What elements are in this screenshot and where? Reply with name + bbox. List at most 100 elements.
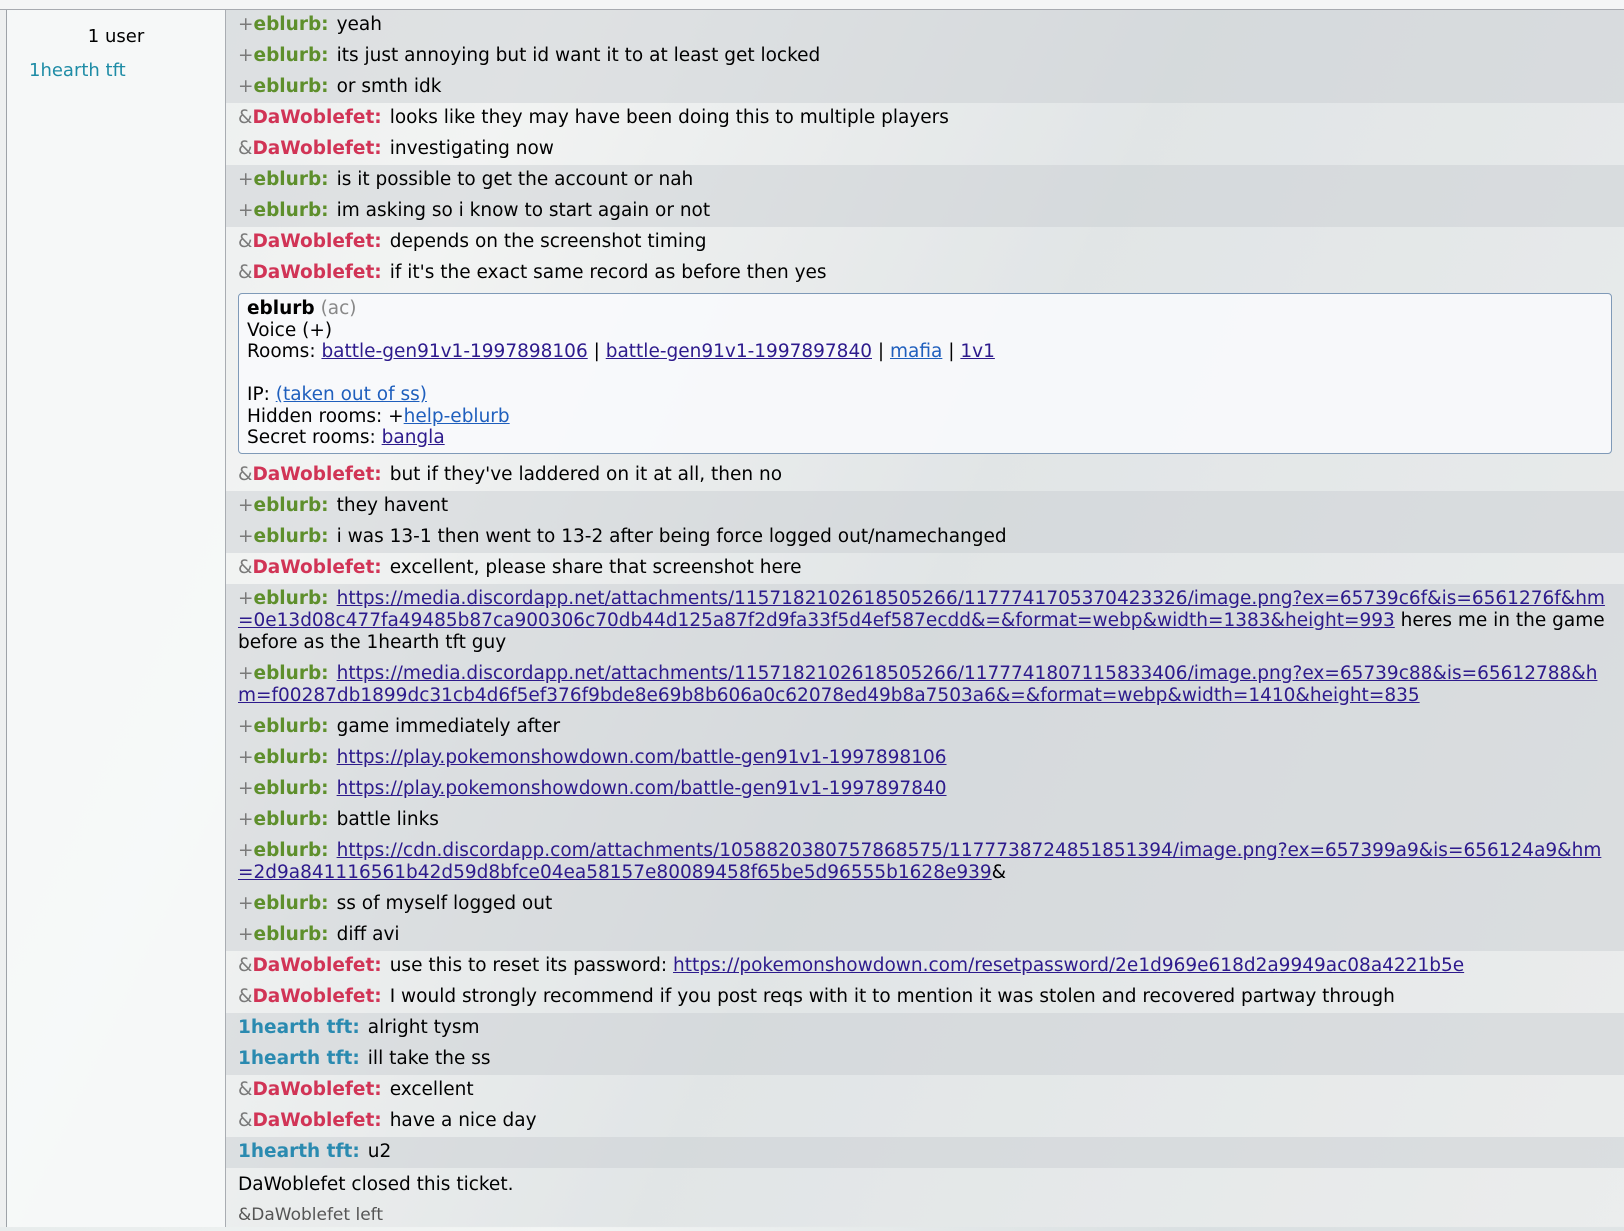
- message-username[interactable]: eblurb:: [254, 747, 329, 768]
- message-text: use this to reset its password:: [389, 954, 674, 976]
- message-link[interactable]: https://play.pokemonshowdown.com/battle-…: [337, 778, 947, 799]
- user-list: 1 user 1hearth tft: [7, 10, 226, 1227]
- user-group-symbol: +: [238, 14, 254, 35]
- message-username[interactable]: DaWoblefet:: [252, 138, 381, 159]
- message-username[interactable]: DaWoblefet:: [252, 955, 381, 976]
- message-username[interactable]: eblurb:: [254, 840, 329, 861]
- message-username[interactable]: eblurb:: [254, 200, 329, 221]
- message-username[interactable]: DaWoblefet:: [252, 986, 381, 1007]
- message-username[interactable]: eblurb:: [254, 716, 329, 737]
- message-link[interactable]: https://play.pokemonshowdown.com/battle-…: [337, 747, 947, 768]
- user-list-item[interactable]: 1hearth tft: [29, 60, 126, 81]
- message-text: or smth idk: [336, 76, 442, 97]
- message-username[interactable]: eblurb:: [254, 893, 329, 914]
- user-group-symbol: &: [238, 138, 253, 159]
- message-username[interactable]: 1hearth tft:: [238, 1017, 360, 1038]
- message-username[interactable]: 1hearth tft:: [238, 1141, 360, 1162]
- message-link[interactable]: https://pokemonshowdown.com/resetpasswor…: [673, 955, 1464, 976]
- message-text: game immediately after: [336, 715, 561, 737]
- user-group-symbol: +: [238, 892, 254, 914]
- chat-message: +eblurb: https://media.discordapp.net/att…: [226, 583, 1624, 659]
- message-text: but if they've laddered on it at all, th…: [389, 463, 783, 485]
- chat-message: 1hearth tft: u2: [226, 1136, 1624, 1168]
- chat-message: +eblurb: diff avi: [226, 919, 1624, 951]
- message-text: ss of myself logged out: [336, 892, 553, 914]
- chat-message: +eblurb: ss of myself logged out: [226, 888, 1624, 920]
- message-username[interactable]: DaWoblefet:: [252, 231, 381, 252]
- info-username[interactable]: eblurb: [247, 298, 315, 319]
- message-username[interactable]: eblurb:: [254, 924, 329, 945]
- chat-message: &DaWoblefet: have a nice day: [226, 1106, 1624, 1137]
- message-text: they havent: [336, 494, 449, 516]
- message-username[interactable]: eblurb:: [254, 663, 329, 684]
- room-separator: |: [872, 341, 890, 362]
- message-link[interactable]: https://media.discordapp.net/attachments…: [238, 663, 1597, 706]
- chat-message: &DaWoblefet: looks like they may have bee…: [226, 103, 1624, 134]
- message-username[interactable]: eblurb:: [254, 169, 329, 190]
- message-text: diff avi: [336, 923, 400, 945]
- info-status: (ac): [320, 298, 357, 319]
- message-username[interactable]: DaWoblefet:: [252, 464, 381, 485]
- user-group-symbol: &: [238, 463, 253, 485]
- message-text: excellent: [389, 1078, 474, 1100]
- top-bar: [0, 0, 1624, 10]
- message-username[interactable]: eblurb:: [254, 809, 329, 830]
- chat-message: 1hearth tft: ill take the ss: [226, 1043, 1624, 1075]
- message-username[interactable]: eblurb:: [254, 778, 329, 799]
- message-username[interactable]: eblurb:: [254, 14, 329, 35]
- user-group-symbol: +: [238, 494, 254, 516]
- chat-message: +eblurb: https://play.pokemonshowdown.com…: [226, 742, 1624, 774]
- chat-message: &DaWoblefet: excellent: [226, 1075, 1624, 1106]
- message-link[interactable]: https://cdn.discordapp.com/attachments/1…: [238, 840, 1601, 883]
- message-text: battle links: [336, 808, 439, 830]
- message-text: depends on the screenshot timing: [389, 231, 707, 252]
- message-text: excellent, please share that screenshot …: [389, 556, 802, 578]
- user-group-symbol: +: [238, 808, 254, 830]
- room-link[interactable]: 1v1: [960, 341, 995, 362]
- user-group-symbol: +: [238, 76, 254, 97]
- user-group-symbol: &: [238, 1078, 253, 1100]
- message-username[interactable]: eblurb:: [254, 45, 329, 66]
- user-group-symbol: +: [238, 715, 254, 737]
- room-link[interactable]: mafia: [890, 341, 942, 362]
- chat-message: &DaWoblefet: excellent, please share that…: [226, 553, 1624, 584]
- message-username[interactable]: DaWoblefet:: [252, 557, 381, 578]
- chat-message: &DaWoblefet: if it's the exact same recor…: [226, 258, 1624, 289]
- message-username[interactable]: eblurb:: [254, 526, 329, 547]
- secret-room-link[interactable]: bangla: [382, 427, 445, 448]
- user-group-symbol: +: [238, 45, 254, 66]
- chat-message: +eblurb: yeah: [226, 10, 1624, 41]
- info-group: Voice (+): [247, 319, 333, 341]
- message-text: its just annoying but id want it to at l…: [336, 45, 821, 66]
- ip-link[interactable]: (taken out of ss): [276, 384, 427, 405]
- user-count: 1 user: [87, 26, 145, 47]
- hidden-room-link[interactable]: help-eblurb: [404, 406, 510, 427]
- user-group-symbol: +: [238, 200, 254, 221]
- room-separator: |: [587, 341, 606, 362]
- chat-message: +eblurb: they havent: [226, 490, 1624, 522]
- room-link[interactable]: battle-gen91v1-1997897840: [606, 341, 872, 362]
- message-username[interactable]: DaWoblefet:: [252, 107, 381, 128]
- message-text: im asking so i know to start again or no…: [336, 200, 711, 221]
- message-username[interactable]: eblurb:: [254, 495, 329, 516]
- message-username[interactable]: DaWoblefet:: [252, 262, 381, 283]
- message-text: yeah: [336, 14, 382, 35]
- chat-message: +eblurb: game immediately after: [226, 711, 1624, 743]
- info-secret-label: Secret rooms:: [247, 427, 382, 448]
- message-username[interactable]: eblurb:: [254, 76, 329, 97]
- system-message: DaWoblefet closed this ticket.: [238, 1173, 514, 1195]
- left-gutter: [0, 10, 7, 1227]
- message-text: alright tysm: [367, 1016, 480, 1038]
- user-group-symbol: +: [238, 746, 254, 768]
- message-text: investigating now: [389, 138, 554, 159]
- chat-log[interactable]: +eblurb: yeah +eblurb: its just annoying bu…: [226, 10, 1624, 1227]
- message-username[interactable]: eblurb:: [254, 588, 329, 609]
- room-link[interactable]: battle-gen91v1-1997898106: [321, 341, 587, 362]
- leave-message: &DaWoblefet left: [238, 1204, 383, 1225]
- message-username[interactable]: DaWoblefet:: [252, 1110, 381, 1131]
- chat-message: +eblurb: battle links: [226, 804, 1624, 836]
- message-username[interactable]: 1hearth tft:: [238, 1048, 360, 1069]
- chat-message: 1hearth tft: alright tysm: [226, 1012, 1624, 1044]
- message-username[interactable]: DaWoblefet:: [252, 1079, 381, 1100]
- chat-message: &DaWoblefet: depends on the screenshot ti…: [226, 227, 1624, 258]
